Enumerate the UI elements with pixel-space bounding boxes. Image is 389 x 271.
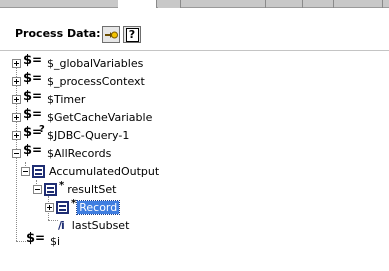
help-button[interactable]: ? bbox=[123, 26, 141, 43]
expand-icon[interactable] bbox=[12, 112, 21, 122]
element-icon bbox=[56, 200, 69, 214]
tab-divider bbox=[180, 0, 181, 8]
variable-icon: $ = bbox=[26, 231, 46, 246]
tab-divider bbox=[265, 0, 266, 8]
variable-icon: $ = bbox=[23, 53, 43, 68]
tree-node-label: $AllRecords bbox=[47, 146, 112, 160]
repeating-marker: * bbox=[59, 179, 65, 191]
tree-node-result-set[interactable]: * resultSet bbox=[33, 179, 118, 197]
variable-icon: $ = bbox=[23, 89, 43, 104]
tree-node-global-variables[interactable]: $ = $_globalVariables bbox=[12, 53, 145, 71]
map-variable-icon bbox=[105, 31, 118, 38]
tree-node-label: lastSubset bbox=[71, 218, 130, 232]
tree-node-label: resultSet bbox=[67, 182, 117, 196]
tab-strip bbox=[0, 0, 389, 8]
tab-active[interactable] bbox=[118, 0, 156, 8]
tree-guide bbox=[16, 241, 26, 242]
tree-node-label-selected: Record bbox=[76, 199, 121, 215]
tree-node-label: AccumulatedOutput bbox=[49, 164, 160, 178]
tree-node-jdbc-query[interactable]: $ =? $JDBC-Query-1 bbox=[12, 124, 131, 143]
expand-icon[interactable] bbox=[45, 202, 54, 212]
variable-icon: $ = bbox=[23, 71, 43, 86]
element-icon bbox=[32, 164, 45, 178]
tree-node-label: $_processContext bbox=[47, 74, 145, 88]
repeating-marker: * bbox=[71, 197, 77, 209]
expand-icon[interactable] bbox=[12, 58, 21, 68]
tree-node-label: $JDBC-Query-1 bbox=[47, 128, 130, 142]
expand-icon[interactable] bbox=[12, 76, 21, 86]
tab-divider bbox=[302, 0, 303, 8]
tree-node-last-subset[interactable]: /i lastSubset bbox=[58, 217, 131, 233]
help-icon: ? bbox=[125, 27, 139, 42]
tree-node-label: $GetCacheVariable bbox=[47, 110, 153, 124]
header-divider bbox=[0, 50, 389, 51]
tree-node-label: $_globalVariables bbox=[47, 56, 144, 70]
panel-title: Process Data: bbox=[15, 27, 101, 40]
tree-node-record[interactable]: * Record bbox=[45, 197, 121, 215]
tree-node-get-cache-variable[interactable]: $ = $GetCacheVariable bbox=[12, 107, 154, 125]
tree-node-process-context[interactable]: $ = $_processContext bbox=[12, 71, 147, 89]
expand-icon[interactable] bbox=[12, 94, 21, 104]
integer-icon: /i bbox=[58, 218, 65, 232]
expand-icon[interactable] bbox=[12, 130, 21, 140]
collapse-icon[interactable] bbox=[21, 166, 30, 176]
map-variable-button[interactable] bbox=[102, 26, 120, 43]
tree-node-timer[interactable]: $ = $Timer bbox=[12, 89, 87, 107]
tab-divider bbox=[382, 0, 383, 8]
process-data-panel: Process Data: ? $ = $_globalVariables $ = … bbox=[0, 8, 389, 271]
tree-node-accumulated-output[interactable]: AccumulatedOutput bbox=[21, 163, 161, 179]
variable-icon: $ = bbox=[23, 143, 43, 158]
tab-divider bbox=[156, 0, 157, 8]
tree-node-i[interactable]: $ = $i bbox=[26, 231, 62, 249]
tree-node-label: $Timer bbox=[47, 92, 86, 106]
optional-variable-icon: $ =? bbox=[23, 124, 45, 140]
tab-divider bbox=[333, 0, 334, 8]
tree-node-label: $i bbox=[50, 234, 61, 248]
tab[interactable] bbox=[158, 0, 180, 8]
element-icon bbox=[44, 182, 57, 196]
collapse-icon[interactable] bbox=[12, 148, 21, 158]
collapse-icon[interactable] bbox=[33, 184, 42, 194]
tree-node-all-records[interactable]: $ = $AllRecords bbox=[12, 143, 113, 161]
tree-guide bbox=[48, 220, 58, 221]
